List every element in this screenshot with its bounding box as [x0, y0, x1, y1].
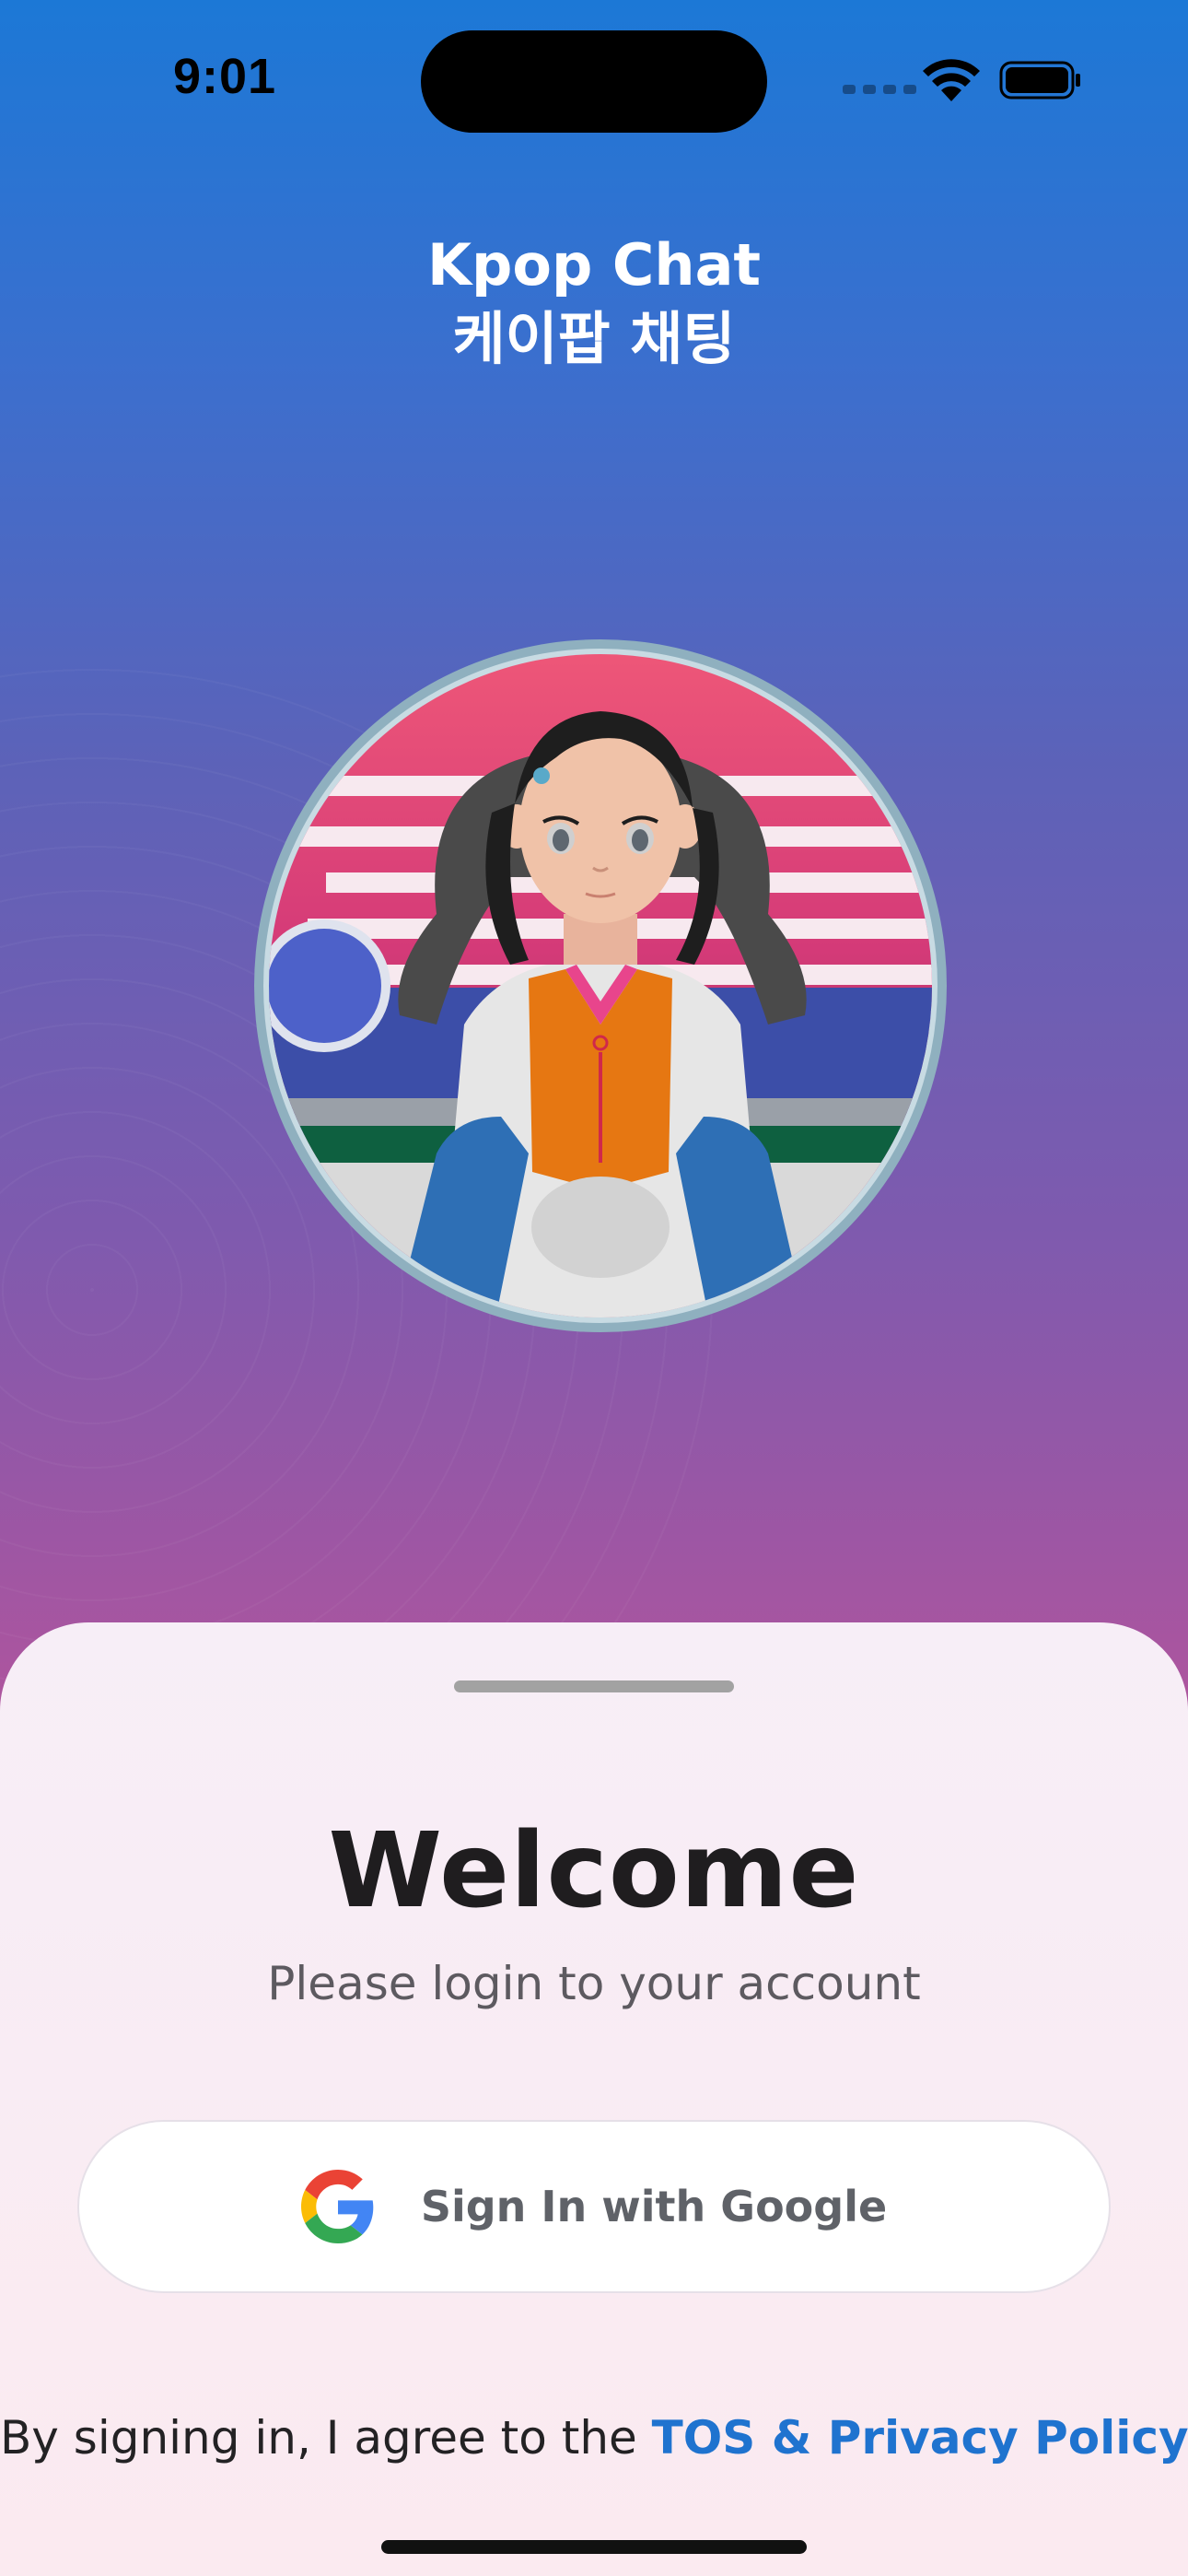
- home-indicator[interactable]: [381, 2540, 807, 2554]
- login-screen: 9:01 Kpop Chat 케이팝 채팅 Welcome Please log…: [0, 0, 1188, 2576]
- app-title-korean: 케이팝 채팅: [452, 305, 736, 372]
- cellular-signal-icon: [843, 85, 916, 94]
- status-time: 9:01: [173, 49, 277, 104]
- app-title-english: Kpop Chat: [426, 231, 762, 299]
- sheet-grabber[interactable]: [454, 1680, 734, 1692]
- tos-privacy-link[interactable]: TOS & Privacy Policy: [652, 2411, 1188, 2465]
- legal-notice: By signing in, I agree to the TOS & Priv…: [0, 2410, 1188, 2465]
- google-sign-in-button[interactable]: Sign In with Google: [77, 2120, 1111, 2293]
- status-bar: 9:01: [0, 0, 1188, 157]
- login-subtitle: Please login to your account: [267, 1957, 921, 2010]
- app-title: Kpop Chat 케이팝 채팅: [0, 228, 1188, 376]
- wifi-icon: [923, 59, 980, 101]
- korean-girl-hanbok-avatar-icon: [254, 639, 947, 1332]
- battery-icon: [999, 61, 1080, 100]
- google-sign-in-label: Sign In with Google: [420, 2182, 888, 2231]
- dynamic-island: [421, 30, 767, 133]
- google-g-icon: [300, 2170, 374, 2243]
- welcome-heading: Welcome: [328, 1811, 860, 1931]
- login-sheet: Welcome Please login to your account Sig…: [0, 1622, 1188, 2576]
- legal-prefix: By signing in, I agree to the: [0, 2411, 652, 2465]
